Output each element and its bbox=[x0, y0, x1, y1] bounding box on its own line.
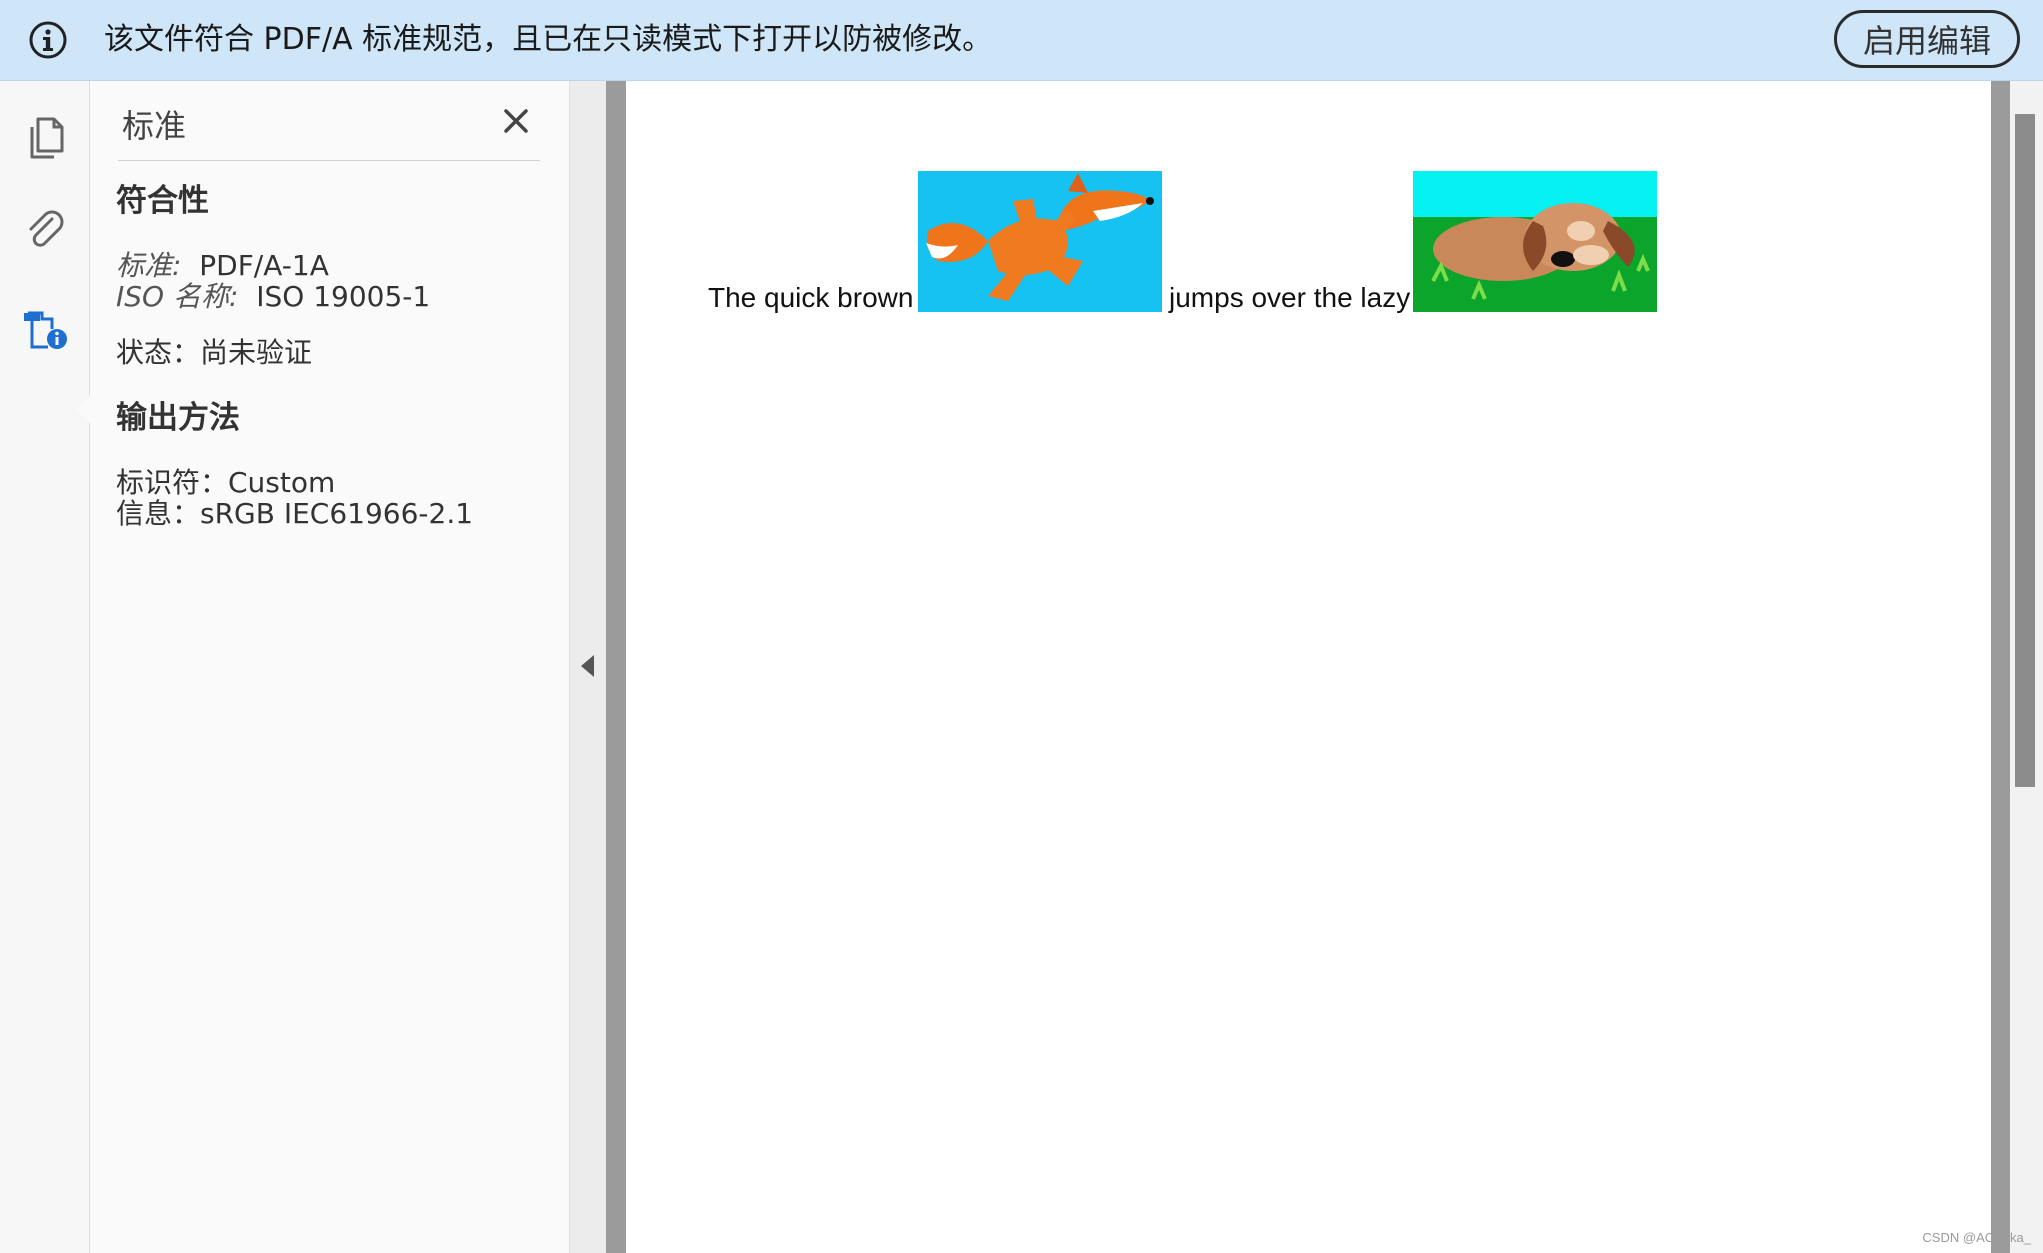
dog-lying-image bbox=[1413, 171, 1657, 312]
copy-pages-icon[interactable] bbox=[22, 113, 70, 161]
navigation-rail bbox=[0, 81, 90, 1253]
readonly-message: 该文件符合 PDF/A 标准规范，且已在只读模式下打开以防被修改。 bbox=[104, 22, 993, 57]
iso-value: ISO 19005-1 bbox=[256, 280, 431, 313]
panel-divider bbox=[118, 160, 540, 161]
pdf-page[interactable]: The quick brown jumps over the lazy bbox=[626, 81, 1991, 1253]
panel-title: 标准 bbox=[122, 107, 187, 145]
fox-running-image bbox=[918, 171, 1162, 312]
scrollbar-thumb[interactable] bbox=[2015, 114, 2035, 787]
active-panel-pointer bbox=[76, 395, 90, 423]
panel-collapse-strip[interactable] bbox=[570, 81, 606, 1253]
output-intent-heading: 输出方法 bbox=[116, 400, 240, 436]
collapse-arrow-icon[interactable] bbox=[581, 655, 594, 677]
document-text-1: The quick brown bbox=[708, 282, 914, 313]
watermark: CSDN @ACKaka_ bbox=[1922, 1230, 2031, 1245]
status-row: 状态：尚未验证 bbox=[116, 336, 313, 369]
page-border-right bbox=[1991, 81, 2010, 1253]
iso-row: ISO 名称: ISO 19005-1 bbox=[116, 275, 430, 315]
iso-key: ISO 名称: bbox=[116, 280, 239, 313]
info-row: 信息：sRGB IEC61966-2.1 bbox=[116, 497, 474, 530]
page-border-left bbox=[606, 81, 626, 1253]
document-text-2: jumps over the lazy bbox=[1169, 282, 1411, 313]
info-circle-icon bbox=[29, 21, 67, 59]
enable-editing-button[interactable]: 启用编辑 bbox=[1834, 10, 2020, 68]
conformance-heading: 符合性 bbox=[116, 183, 209, 219]
document-info-icon[interactable] bbox=[22, 303, 70, 351]
standards-panel: 标准 符合性 标准: PDF/A-1A ISO 名称: ISO 19005-1 … bbox=[90, 81, 570, 1253]
close-icon[interactable] bbox=[494, 99, 538, 143]
paperclip-icon[interactable] bbox=[22, 205, 70, 253]
readonly-info-bar: 该文件符合 PDF/A 标准规范，且已在只读模式下打开以防被修改。 启用编辑 bbox=[0, 0, 2043, 81]
